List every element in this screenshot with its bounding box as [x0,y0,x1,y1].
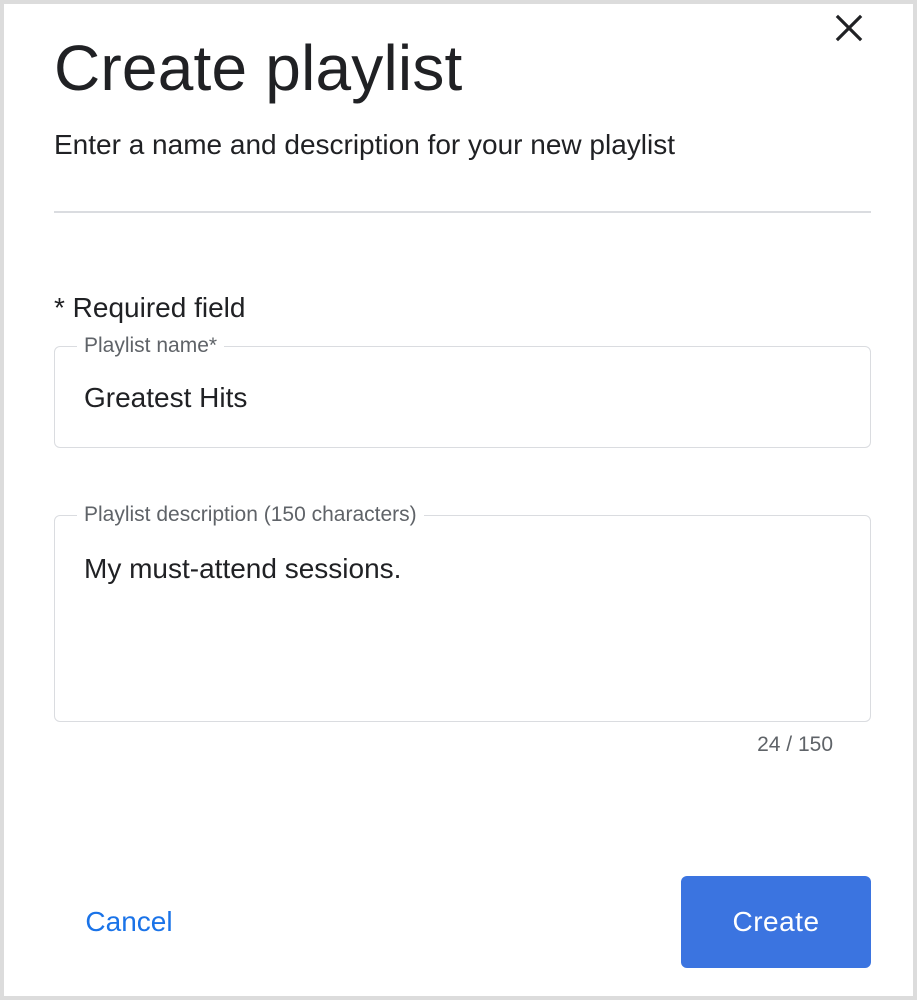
divider [54,211,871,213]
playlist-description-value[interactable]: My must-attend sessions. [84,552,401,586]
playlist-name-field[interactable]: Playlist name* Greatest Hits [54,333,871,448]
create-button[interactable]: Create [681,876,871,968]
create-playlist-dialog: Create playlist Enter a name and descrip… [0,0,917,1000]
cancel-button[interactable]: Cancel [64,894,194,950]
playlist-description-label: Playlist description (150 characters) [77,502,424,528]
playlist-description-field[interactable]: Playlist description (150 characters) My… [54,502,871,722]
dialog-subtitle: Enter a name and description for your ne… [54,129,675,160]
dialog-title: Create playlist [54,32,463,104]
required-field-note: * Required field [54,292,246,323]
playlist-name-label: Playlist name* [77,333,225,359]
character-counter: 24 / 150 [757,733,833,756]
close-button[interactable] [826,9,872,47]
playlist-name-value[interactable]: Greatest Hits [84,381,247,415]
close-icon [835,14,863,42]
